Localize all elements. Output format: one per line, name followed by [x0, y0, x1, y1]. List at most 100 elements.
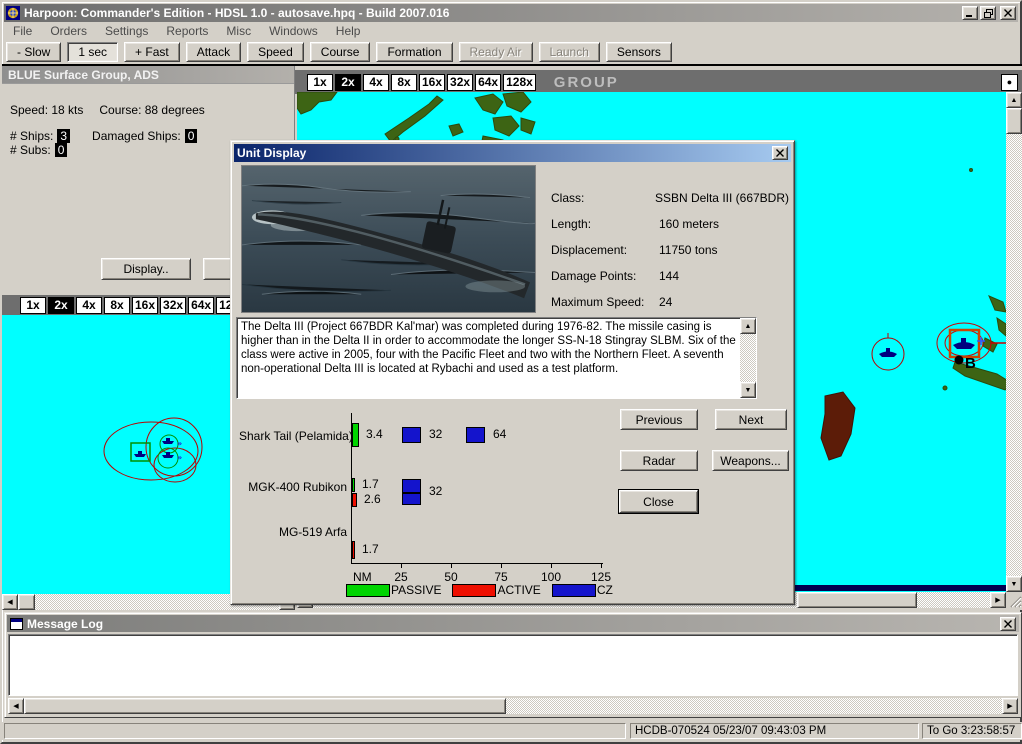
message-log-title-text: Message Log — [27, 617, 103, 631]
cz-range-value: 64 — [493, 427, 506, 441]
message-log-content[interactable] — [8, 634, 1018, 696]
range-value: 2.6 — [364, 492, 381, 506]
scroll-up-icon[interactable]: ▲ — [1006, 92, 1022, 108]
legend-item-cz: CZ — [552, 583, 613, 597]
restore-icon — [984, 9, 993, 18]
scroll-down-icon[interactable]: ▼ — [740, 382, 756, 398]
range-bar-active — [352, 541, 355, 559]
ships-count: 3 — [57, 129, 70, 143]
scroll-right-icon[interactable]: ▶ — [990, 592, 1006, 608]
map-mode-button[interactable]: ● — [1001, 74, 1018, 91]
toolbar-course-button[interactable]: Course — [310, 42, 371, 62]
group-map-vscroll-thumb[interactable] — [1006, 108, 1022, 134]
status-datetime: HCDB-070524 05/23/07 09:43:03 PM — [630, 723, 919, 739]
close-button[interactable]: Close — [619, 490, 698, 513]
menu-settings[interactable]: Settings — [96, 22, 157, 40]
toolbar-launch-button: Launch — [539, 42, 600, 62]
svg-text:»: » — [177, 453, 182, 462]
close-button[interactable] — [1000, 6, 1016, 20]
zoom-16x-button[interactable]: 16x — [419, 74, 445, 91]
menu-help[interactable]: Help — [327, 22, 370, 40]
scroll-left-icon[interactable]: ◀ — [2, 594, 18, 610]
zoom-2x-button[interactable]: 2x — [335, 74, 361, 91]
display-button[interactable]: Display.. — [101, 258, 191, 280]
zoom-64x-button[interactable]: 64x — [475, 74, 501, 91]
message-log-hscrollbar[interactable]: ◀ ▶ — [8, 698, 1018, 714]
stat-label: Damage Points: — [551, 269, 659, 283]
zoom-16x-button[interactable]: 16x — [132, 297, 158, 314]
sensor-name: MGK-400 Rubikon — [239, 480, 347, 494]
menu-file[interactable]: File — [4, 22, 41, 40]
zoom-4x-button[interactable]: 4x — [76, 297, 102, 314]
zoom-8x-button[interactable]: 8x — [104, 297, 130, 314]
scroll-up-icon[interactable]: ▲ — [740, 318, 756, 334]
stat-row: Displacement:11750 tons — [551, 237, 789, 263]
message-log-hscroll-thumb[interactable] — [24, 698, 506, 714]
menu-orders[interactable]: Orders — [41, 22, 96, 40]
menu-misc[interactable]: Misc — [217, 22, 260, 40]
zoom-128x-button[interactable]: 128x — [503, 74, 536, 91]
chart-tick: 75 — [488, 570, 514, 584]
range-value: 3.4 — [366, 427, 383, 441]
stat-value: SSBN Delta III (667BDR) — [655, 191, 789, 205]
zoom-1x-button[interactable]: 1x — [20, 297, 46, 314]
chart-axis — [451, 563, 452, 568]
toolbar-speed-button[interactable]: Speed — [247, 42, 304, 62]
zoom-32x-button[interactable]: 32x — [447, 74, 473, 91]
previous-button[interactable]: Previous — [620, 409, 698, 430]
message-log-titlebar[interactable]: Message Log — [7, 615, 1019, 632]
menu-reports[interactable]: Reports — [157, 22, 217, 40]
toolbar-slow-button[interactable]: - Slow — [6, 42, 61, 62]
toolbar-1-sec-button[interactable]: 1 sec — [67, 42, 118, 62]
range-bar-passive — [352, 478, 355, 492]
cz-range-box — [402, 427, 421, 443]
range-value: 1.7 — [362, 542, 379, 556]
legend-swatch — [346, 584, 390, 597]
status-bar: HCDB-070524 05/23/07 09:43:03 PM To Go 3… — [2, 722, 1022, 740]
left-map-hscroll-thumb[interactable] — [18, 594, 35, 610]
toolbar-formation-button[interactable]: Formation — [376, 42, 452, 62]
resize-grip[interactable] — [1006, 592, 1022, 608]
unit-photo — [241, 165, 536, 313]
zoom-2x-button[interactable]: 2x — [48, 297, 74, 314]
stat-row: Length:160 meters — [551, 211, 789, 237]
stat-row: Class:SSBN Delta III (667BDR) — [551, 185, 789, 211]
sensor-name: Shark Tail (Pelamida) — [239, 429, 347, 443]
description-scrollbar[interactable]: ▲ ▼ — [740, 318, 756, 398]
scroll-right-icon[interactable]: ▶ — [1002, 698, 1018, 714]
message-log-window: Message Log ◀ ▶ — [4, 612, 1022, 718]
stat-value: 11750 tons — [659, 243, 718, 257]
group-map-hscroll-thumb[interactable] — [797, 592, 917, 608]
group-map-title: GROUP — [554, 74, 619, 91]
menu-windows[interactable]: Windows — [260, 22, 327, 40]
unit-dialog-titlebar[interactable]: Unit Display — [234, 144, 791, 162]
sensor-name: MG-519 Arfa — [239, 525, 347, 539]
zoom-1x-button[interactable]: 1x — [307, 74, 333, 91]
message-log-close-button[interactable] — [1000, 617, 1016, 631]
chart-axis — [351, 563, 603, 564]
zoom-32x-button[interactable]: 32x — [160, 297, 186, 314]
toolbar-fast-button[interactable]: + Fast — [124, 42, 180, 62]
sonar-range-chart: PASSIVEACTIVECZ 255075100125NMShark Tail… — [239, 413, 639, 605]
minimize-button[interactable] — [962, 6, 978, 20]
close-icon — [1004, 9, 1012, 17]
radar-button[interactable]: Radar — [620, 450, 698, 471]
chart-axis — [551, 563, 552, 568]
scroll-down-icon[interactable]: ▼ — [1006, 576, 1022, 592]
zoom-64x-button[interactable]: 64x — [188, 297, 214, 314]
weapons-button[interactable]: Weapons... — [712, 450, 789, 471]
range-bar-active — [352, 493, 357, 507]
scroll-left-icon[interactable]: ◀ — [8, 698, 24, 714]
zoom-4x-button[interactable]: 4x — [363, 74, 389, 91]
next-button[interactable]: Next — [715, 409, 787, 430]
group-map-vscrollbar[interactable]: ▲ ▼ — [1006, 92, 1022, 592]
toolbar-sensors-button[interactable]: Sensors — [606, 42, 672, 62]
damaged-ships-count: 0 — [185, 129, 198, 143]
unit-display-dialog: Unit Display — [230, 140, 795, 605]
restore-button[interactable] — [980, 6, 996, 20]
zoom-8x-button[interactable]: 8x — [391, 74, 417, 91]
toolbar-attack-button[interactable]: Attack — [186, 42, 241, 62]
menu-bar: FileOrdersSettingsReportsMiscWindowsHelp — [4, 22, 1018, 40]
dialog-close-button[interactable] — [772, 146, 788, 160]
ships-label: # Ships: — [10, 129, 53, 143]
